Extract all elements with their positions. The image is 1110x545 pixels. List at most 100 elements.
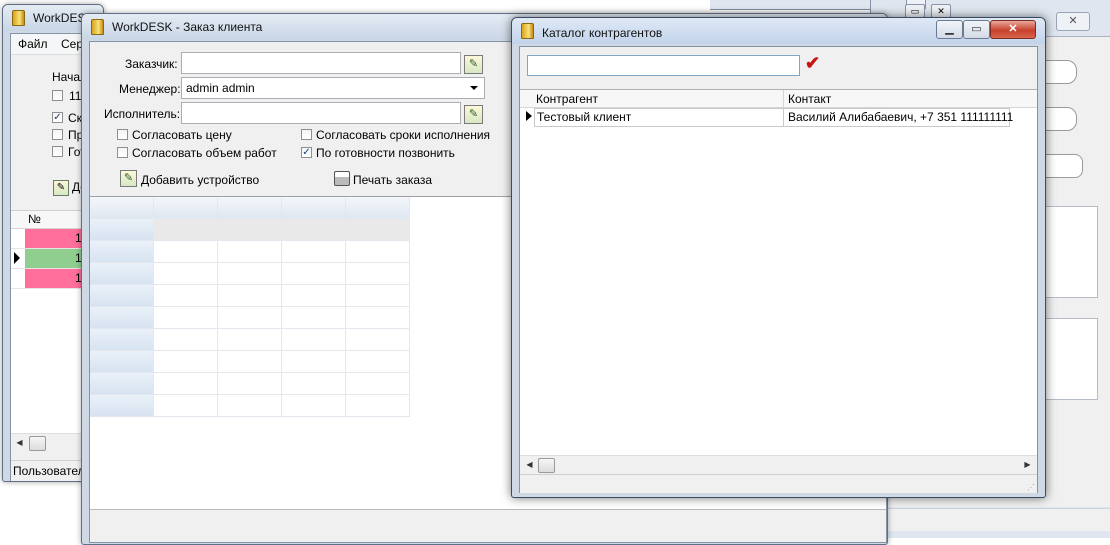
current-row-indicator-icon bbox=[14, 252, 20, 264]
grid-cell[interactable] bbox=[282, 241, 346, 263]
minimize-button[interactable]: ▁ bbox=[936, 20, 963, 39]
grid-cell[interactable] bbox=[346, 351, 410, 373]
catalog-search-input[interactable] bbox=[527, 55, 800, 76]
filter-checkbox-2[interactable] bbox=[52, 129, 63, 140]
grid-cell[interactable] bbox=[90, 307, 154, 329]
printer-icon[interactable] bbox=[334, 171, 350, 186]
grid-cell[interactable] bbox=[154, 307, 218, 329]
background-field-1[interactable] bbox=[1041, 60, 1077, 84]
grid-cell[interactable] bbox=[282, 307, 346, 329]
filter-checkbox-3[interactable] bbox=[52, 146, 63, 157]
table-row[interactable]: Тестовый клиент Василий Алибабаевич, +7 … bbox=[520, 108, 1037, 127]
counterparty-column-header[interactable]: Контрагент bbox=[536, 92, 598, 106]
grid-header-cell[interactable] bbox=[346, 197, 410, 219]
grid-header-cell[interactable] bbox=[282, 197, 346, 219]
grid-cell[interactable] bbox=[218, 395, 282, 417]
grid-header-cell[interactable] bbox=[90, 197, 154, 219]
grid-cell[interactable] bbox=[282, 285, 346, 307]
grid-cell[interactable] bbox=[218, 329, 282, 351]
manager-label: Менеджер: bbox=[119, 82, 181, 96]
catalog-title-bar[interactable]: Каталог контрагентов ▁ ▭ ✕ bbox=[512, 18, 1045, 44]
grid-cell[interactable] bbox=[154, 395, 218, 417]
grid-cell[interactable] bbox=[218, 373, 282, 395]
grid-cell[interactable] bbox=[346, 241, 410, 263]
grid-cell[interactable] bbox=[282, 329, 346, 351]
column-number-header[interactable]: № bbox=[28, 212, 41, 226]
contact-column-header[interactable]: Контакт bbox=[788, 92, 831, 106]
grid-cell[interactable] bbox=[218, 219, 282, 241]
grid-cell[interactable] bbox=[90, 395, 154, 417]
close-button[interactable]: ✕ bbox=[990, 20, 1036, 39]
grid-cell[interactable] bbox=[282, 395, 346, 417]
customer-field[interactable] bbox=[181, 52, 461, 74]
devices-grid[interactable] bbox=[90, 197, 410, 417]
grid-cell[interactable] bbox=[346, 373, 410, 395]
grid-header-cell[interactable] bbox=[218, 197, 282, 219]
catalog-horizontal-scrollbar[interactable]: ◀ ▶ bbox=[520, 455, 1037, 473]
grid-cell[interactable] bbox=[346, 219, 410, 241]
grid-cell[interactable] bbox=[154, 263, 218, 285]
grid-cell[interactable] bbox=[90, 285, 154, 307]
grid-cell[interactable] bbox=[90, 351, 154, 373]
grid-cell[interactable] bbox=[154, 219, 218, 241]
grid-cell[interactable] bbox=[218, 263, 282, 285]
agree-price-checkbox[interactable] bbox=[117, 129, 128, 140]
grid-cell[interactable] bbox=[154, 241, 218, 263]
grid-cell[interactable] bbox=[218, 351, 282, 373]
background-close-button[interactable]: ✕ bbox=[1056, 12, 1090, 31]
grid-cell[interactable] bbox=[218, 307, 282, 329]
scroll-thumb[interactable] bbox=[29, 436, 46, 451]
grid-cell[interactable] bbox=[90, 329, 154, 351]
grid-cell[interactable] bbox=[218, 241, 282, 263]
add-device-icon[interactable]: ✎ bbox=[120, 170, 137, 187]
maximize-button[interactable]: ▭ bbox=[963, 20, 990, 39]
grid-cell[interactable] bbox=[90, 373, 154, 395]
print-order-button[interactable]: Печать заказа bbox=[353, 173, 432, 187]
grid-cell[interactable] bbox=[154, 329, 218, 351]
grid-cell[interactable] bbox=[282, 263, 346, 285]
add-device-button[interactable]: Добавить устройство bbox=[141, 173, 259, 187]
menu-file[interactable]: Файл bbox=[18, 37, 48, 51]
date-checkbox[interactable] bbox=[52, 90, 63, 101]
grid-cell[interactable] bbox=[282, 219, 346, 241]
grid-cell[interactable] bbox=[154, 285, 218, 307]
grid-cell[interactable] bbox=[90, 241, 154, 263]
grid-cell[interactable] bbox=[282, 373, 346, 395]
resize-grip-icon[interactable]: ⋰ bbox=[1027, 483, 1035, 492]
grid-cell[interactable] bbox=[218, 285, 282, 307]
customer-pick-icon[interactable]: ✎ bbox=[464, 55, 483, 74]
grid-cell[interactable] bbox=[346, 329, 410, 351]
executor-field[interactable] bbox=[181, 102, 461, 124]
grid-cell[interactable] bbox=[346, 395, 410, 417]
scroll-left-icon[interactable]: ◀ bbox=[12, 435, 27, 450]
menu-service[interactable]: Сер bbox=[61, 37, 83, 51]
grid-header-cell[interactable] bbox=[154, 197, 218, 219]
chevron-down-icon[interactable] bbox=[470, 86, 478, 90]
background-maximize-button[interactable]: ✕ bbox=[931, 4, 951, 18]
confirm-check-icon[interactable]: ✔ bbox=[805, 53, 820, 74]
background-minimize-button[interactable]: ▭ bbox=[905, 4, 925, 18]
grid-cell[interactable] bbox=[346, 285, 410, 307]
background-field-3[interactable] bbox=[1041, 154, 1083, 178]
grid-cell[interactable] bbox=[154, 351, 218, 373]
order-status-strip bbox=[90, 510, 886, 532]
filter-checkbox-1[interactable]: ✓ bbox=[52, 112, 63, 123]
call-when-ready-checkbox[interactable]: ✓ bbox=[301, 147, 312, 158]
grid-cell[interactable] bbox=[90, 219, 154, 241]
agree-scope-checkbox[interactable] bbox=[117, 147, 128, 158]
scroll-right-icon[interactable]: ▶ bbox=[1020, 457, 1035, 472]
grid-cell[interactable] bbox=[282, 351, 346, 373]
scroll-left-icon[interactable]: ◀ bbox=[522, 457, 537, 472]
grid-cell[interactable] bbox=[90, 263, 154, 285]
agree-deadlines-checkbox[interactable] bbox=[301, 129, 312, 140]
grid-cell[interactable] bbox=[154, 373, 218, 395]
manager-dropdown[interactable]: admin admin bbox=[181, 77, 485, 99]
scroll-thumb[interactable] bbox=[538, 458, 555, 473]
background-field-2[interactable] bbox=[1041, 107, 1077, 131]
background-panel-2 bbox=[1041, 318, 1098, 400]
grid-cell[interactable] bbox=[346, 307, 410, 329]
executor-pick-icon[interactable]: ✎ bbox=[464, 105, 483, 124]
grid-cell[interactable] bbox=[346, 263, 410, 285]
add-order-icon[interactable]: ✎ bbox=[53, 180, 69, 196]
catalog-status-bar: ⋰ bbox=[520, 474, 1037, 493]
